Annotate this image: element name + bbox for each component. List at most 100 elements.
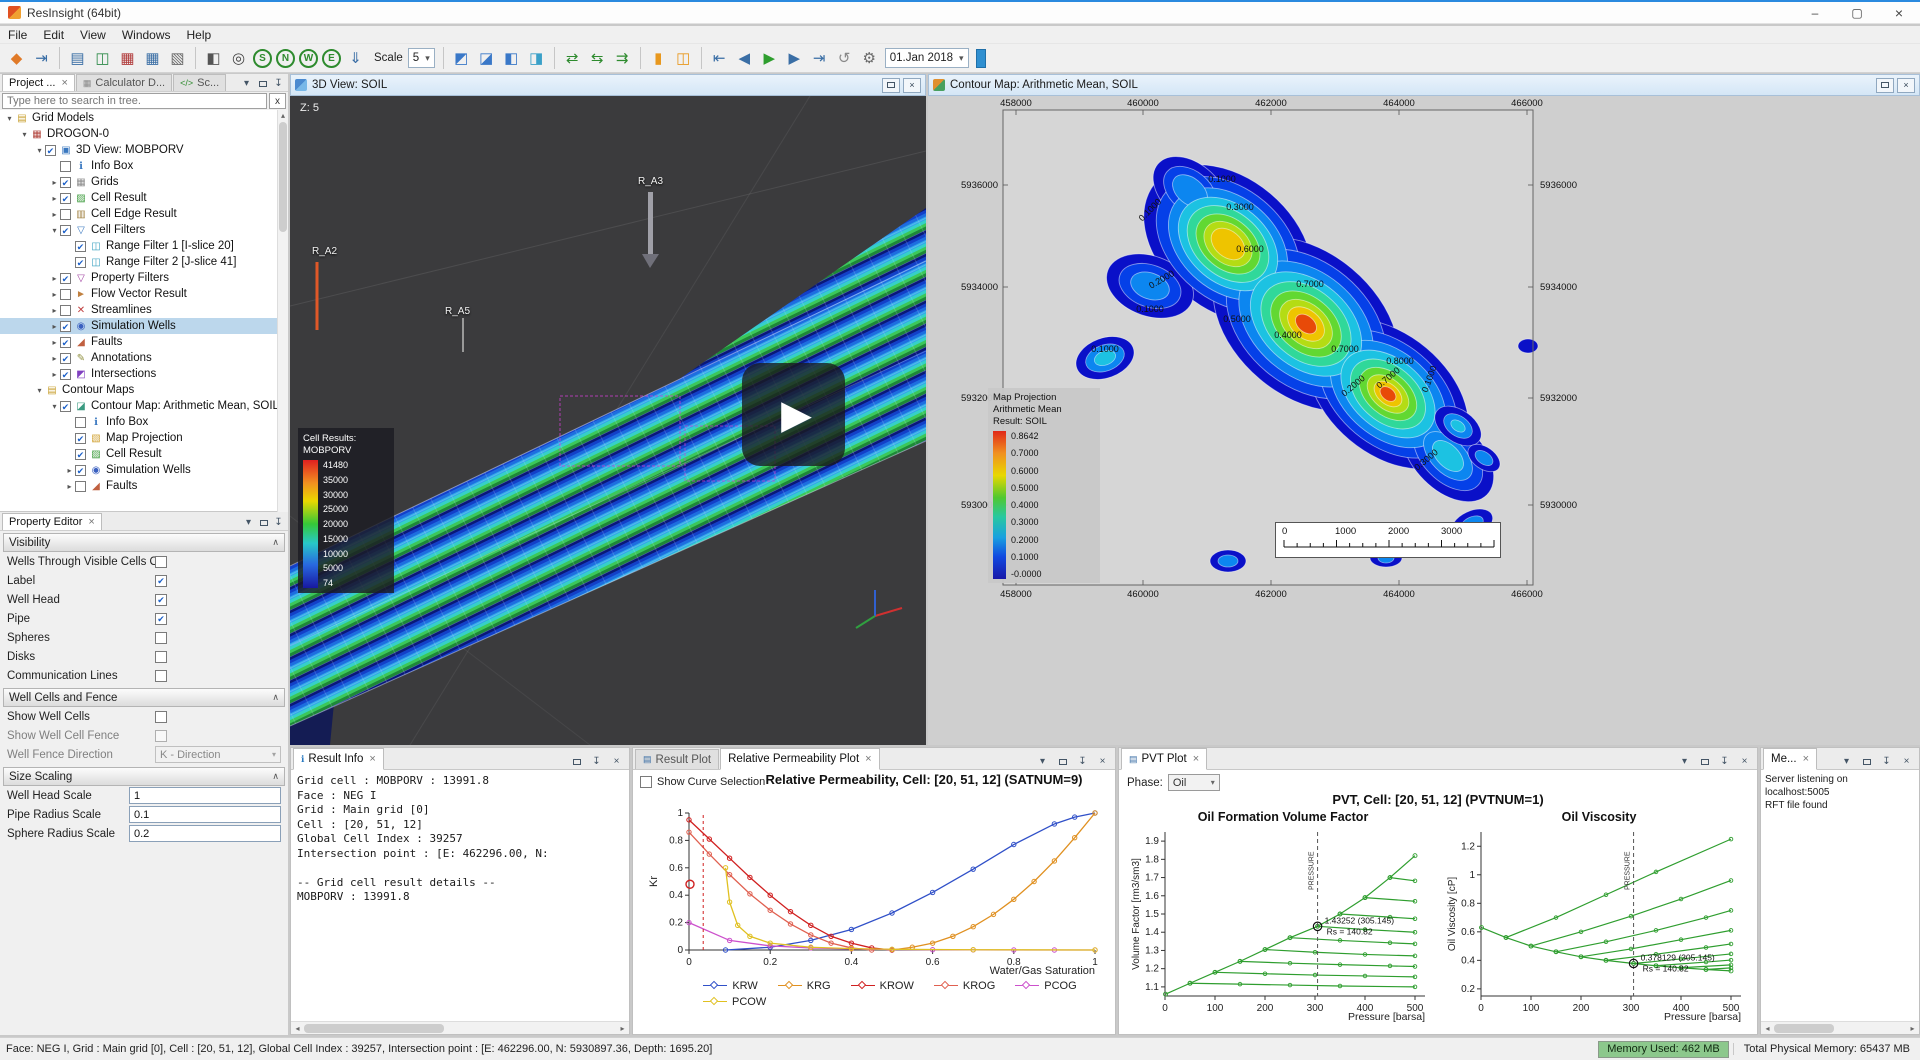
view-front-cube-icon[interactable]: ◩ (450, 47, 473, 70)
tree-checkbox[interactable]: ✔ (75, 241, 86, 252)
anim-play-icon[interactable]: ▶ (758, 47, 781, 70)
tab-result-info[interactable]: ℹ Result Info × (293, 748, 384, 770)
tree-item-simulation-wells[interactable]: ▸✔◉Simulation Wells (0, 462, 288, 478)
pin-panel-icon[interactable]: ↧ (1717, 754, 1732, 769)
menu-view[interactable]: View (72, 27, 114, 43)
tree-expander-icon[interactable]: ▸ (49, 194, 60, 203)
menu-edit[interactable]: Edit (35, 27, 72, 43)
scroll-left-icon[interactable]: ◂ (1761, 1023, 1774, 1034)
plot-main-window-icon[interactable]: ▤ (66, 47, 89, 70)
collapse-icon[interactable]: ∧ (272, 771, 279, 782)
tree-item-faults[interactable]: ▸◢Faults (0, 478, 288, 494)
search-input[interactable] (2, 93, 267, 109)
view-iso-cube-icon[interactable]: ◨ (525, 47, 548, 70)
scroll-right-icon[interactable]: ▸ (1906, 1023, 1919, 1034)
tree-item-intersections[interactable]: ▸✔◩Intersections (0, 366, 288, 382)
tab-pvt-plot[interactable]: ▤ PVT Plot × (1121, 748, 1207, 770)
legend-item-krg[interactable]: KRG (778, 980, 831, 992)
anim-first-icon[interactable]: ⇤ (708, 47, 731, 70)
anim-last-icon[interactable]: ⇥ (808, 47, 831, 70)
menu-help[interactable]: Help (179, 27, 220, 43)
tree-checkbox[interactable]: ✔ (75, 465, 86, 476)
menu-windows[interactable]: Windows (114, 27, 179, 43)
scroll-up-icon[interactable]: ▴ (278, 110, 288, 121)
well-head-checkbox[interactable]: ✔ (155, 594, 167, 606)
menu-file[interactable]: File (0, 27, 35, 43)
tree-expander-icon[interactable]: ▾ (34, 386, 45, 395)
float-panel-icon[interactable] (256, 515, 271, 530)
horizontal-scrollbar[interactable]: ◂ ▸ (291, 1021, 629, 1034)
panel-menu-icon[interactable]: ▾ (1677, 754, 1692, 769)
view-north-icon[interactable]: N (276, 49, 295, 68)
tree-expander-icon[interactable]: ▾ (49, 226, 60, 235)
float-panel-icon[interactable] (255, 76, 270, 91)
maximize-button[interactable]: ▢ (1836, 2, 1878, 23)
tree-expander-icon[interactable]: ▸ (49, 354, 60, 363)
well-fence-direction-select[interactable]: K - Direction▾ (155, 746, 281, 763)
legend-item-pcow[interactable]: PCOW (703, 996, 766, 1008)
close-tab-icon[interactable]: × (61, 77, 67, 89)
legend-item-krow[interactable]: KROW (851, 980, 914, 992)
label-checkbox[interactable]: ✔ (155, 575, 167, 587)
tree-checkbox[interactable] (60, 161, 71, 172)
tree-expander-icon[interactable]: ▸ (49, 370, 60, 379)
tree-checkbox[interactable]: ✔ (60, 273, 71, 284)
sphere-radius-scale-field[interactable] (129, 825, 281, 842)
legend-item-krw[interactable]: KRW (703, 980, 757, 992)
anim-prev-icon[interactable]: ◀ (733, 47, 756, 70)
view-south-icon[interactable]: S (253, 49, 272, 68)
float-panel-icon[interactable] (1859, 754, 1874, 769)
tree-checkbox[interactable]: ✔ (60, 337, 71, 348)
close-panel-icon[interactable]: × (1737, 754, 1752, 769)
float-panel-icon[interactable] (1055, 754, 1070, 769)
float-panel-icon[interactable] (569, 754, 584, 769)
tree-item-cell-filters[interactable]: ▾✔▽Cell Filters (0, 222, 288, 238)
link-views-icon[interactable]: ⇄ (561, 47, 584, 70)
scrollbar-thumb[interactable] (279, 122, 287, 232)
new-summary-plot-icon[interactable]: ◫ (91, 47, 114, 70)
minimize-button[interactable]: – (1794, 2, 1836, 23)
tree-checkbox[interactable] (60, 289, 71, 300)
sync-visible-cells-icon[interactable]: ⇉ (611, 47, 634, 70)
tree-item-flow-vector-result[interactable]: ▸►Flow Vector Result (0, 286, 288, 302)
tree-checkbox[interactable]: ✔ (60, 401, 71, 412)
show-well-cell-fence-checkbox[interactable] (155, 730, 167, 742)
tree-item-annotations[interactable]: ▸✔✎Annotations (0, 350, 288, 366)
close-tab-icon[interactable]: × (369, 753, 375, 765)
restore-view-button[interactable] (882, 78, 900, 93)
tree-checkbox[interactable] (60, 209, 71, 220)
disks-checkbox[interactable] (155, 651, 167, 663)
tree-item-info-box[interactable]: ℹInfo Box (0, 158, 288, 174)
tree-expander-icon[interactable]: ▸ (64, 466, 75, 475)
open-project-icon[interactable]: ◆ (5, 47, 28, 70)
tree-item-3d-view-mobporv[interactable]: ▾✔▣3D View: MOBPORV (0, 142, 288, 158)
tree-expander-icon[interactable]: ▸ (49, 322, 60, 331)
anim-settings-icon[interactable]: ⚙ (858, 47, 881, 70)
section-header-visibility[interactable]: Visibility∧ (3, 533, 285, 552)
close-tab-icon[interactable]: × (1193, 753, 1199, 765)
close-button[interactable]: × (1878, 2, 1920, 23)
wells-through-visible-cells-only-checkbox[interactable] (155, 556, 167, 568)
tree-checkbox[interactable]: ✔ (60, 353, 71, 364)
tree-item-range-filter-1-i-slice-20[interactable]: ✔◫Range Filter 1 [I-slice 20] (0, 238, 288, 254)
scroll-right-icon[interactable]: ▸ (616, 1023, 629, 1034)
pin-panel-icon[interactable]: ↧ (271, 76, 286, 91)
show-well-cells-checkbox[interactable] (155, 711, 167, 723)
scale-select[interactable]: 5▾ (408, 48, 435, 68)
tree-checkbox[interactable]: ✔ (60, 321, 71, 332)
panel-menu-icon[interactable]: ▾ (239, 76, 254, 91)
well-head-scale-field[interactable] (129, 787, 281, 804)
tree-item-info-box[interactable]: ℹInfo Box (0, 414, 288, 430)
pin-panel-icon[interactable]: ↧ (1879, 754, 1894, 769)
comparison-swap-icon[interactable]: ◫ (672, 47, 695, 70)
zoom-all-icon[interactable]: ◎ (227, 47, 250, 70)
tree-expander-icon[interactable]: ▾ (4, 114, 15, 123)
tab-property-editor[interactable]: Property Editor × (2, 513, 102, 530)
tree-expander-icon[interactable]: ▾ (19, 130, 30, 139)
float-panel-icon[interactable] (1697, 754, 1712, 769)
tree-item-range-filter-2-j-slice-41[interactable]: ✔◫Range Filter 2 [J-slice 41] (0, 254, 288, 270)
import-case-icon[interactable]: ⇥ (30, 47, 53, 70)
pin-panel-icon[interactable]: ↧ (271, 515, 286, 530)
tree-item-drogon-0[interactable]: ▾▦DROGON-0 (0, 126, 288, 142)
tree-scrollbar[interactable]: ▴ (277, 110, 288, 512)
